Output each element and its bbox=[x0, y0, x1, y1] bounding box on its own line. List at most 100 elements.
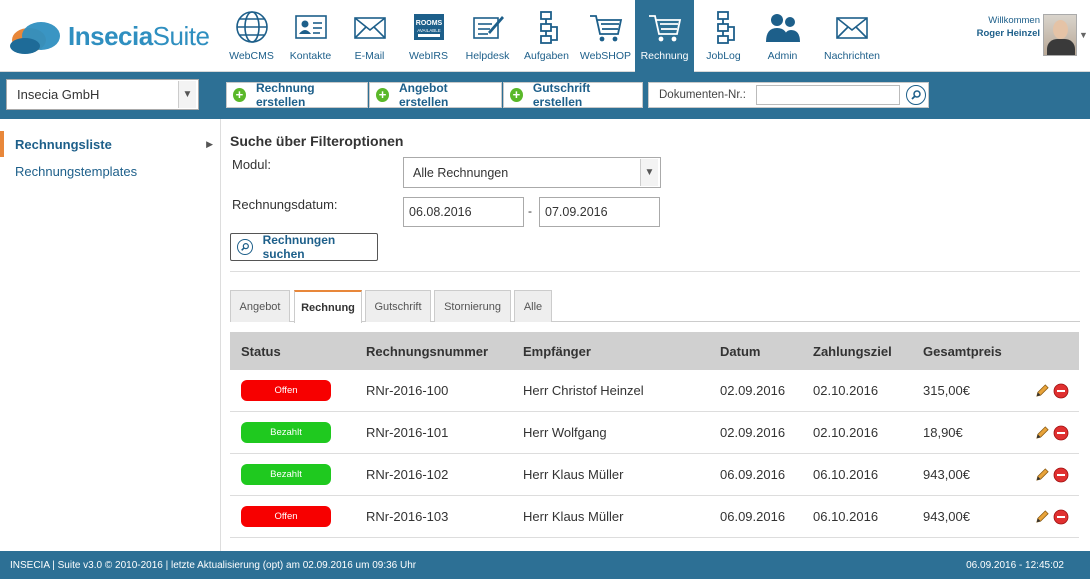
invoice-number: RNr-2016-101 bbox=[366, 425, 449, 440]
invoice-number: RNr-2016-100 bbox=[366, 383, 449, 398]
search-icon bbox=[237, 239, 253, 255]
invoice-date-label: Rechnungsdatum: bbox=[232, 197, 338, 212]
document-number-label: Dokumenten-Nr.: bbox=[659, 89, 746, 101]
divider bbox=[230, 271, 1080, 272]
status-badge: Bezahlt bbox=[241, 464, 331, 485]
nav-nachrichten[interactable]: Nachrichten bbox=[812, 0, 892, 72]
date-range-separator: - bbox=[528, 204, 532, 218]
create-invoice-button[interactable]: + Rechnung erstellen bbox=[226, 81, 368, 109]
delete-icon[interactable] bbox=[1053, 383, 1069, 399]
sidebar-item-invoice-list[interactable]: Rechnungsliste ▶ bbox=[0, 131, 221, 157]
nav-webshop[interactable]: WebSHOP bbox=[576, 0, 635, 72]
due-date: 02.10.2016 bbox=[813, 383, 879, 398]
tab-angebot[interactable]: Angebot bbox=[230, 290, 290, 322]
header-total[interactable]: Gesamtpreis bbox=[923, 344, 1023, 359]
total-price: 943,00€ bbox=[923, 467, 970, 482]
header-number[interactable]: Rechnungsnummer bbox=[366, 344, 523, 359]
logo-mark-icon bbox=[8, 16, 64, 56]
user-info[interactable]: Willkommen Roger Heinzel bbox=[960, 14, 1040, 40]
envelope-icon bbox=[836, 17, 868, 39]
delete-icon[interactable] bbox=[1053, 425, 1069, 441]
sidebar-item-invoice-templates[interactable]: Rechnungstemplates bbox=[0, 158, 221, 184]
hierarchy-icon bbox=[716, 11, 735, 44]
invoice-date: 02.09.2016 bbox=[720, 425, 786, 440]
invoice-date: 06.09.2016 bbox=[720, 467, 786, 482]
svg-text:ROOMS: ROOMS bbox=[415, 20, 442, 27]
document-search-button[interactable] bbox=[906, 85, 926, 105]
date-from-input[interactable]: 06.08.2016 bbox=[403, 197, 524, 227]
welcome-text: Willkommen bbox=[988, 15, 1040, 26]
table-row[interactable]: Offen RNr-2016-100 Herr Christof Heinzel… bbox=[230, 370, 1079, 412]
delete-icon[interactable] bbox=[1053, 467, 1069, 483]
shopping-cart-icon bbox=[648, 15, 681, 42]
user-name: Roger Heinzel bbox=[976, 28, 1040, 39]
footer-datetime: 06.09.2016 - 12:45:02 bbox=[966, 559, 1064, 571]
due-date: 06.10.2016 bbox=[813, 467, 879, 482]
table-row[interactable]: Offen RNr-2016-103 Herr Klaus Müller 06.… bbox=[230, 496, 1079, 538]
plus-icon: + bbox=[376, 88, 389, 102]
table-row[interactable]: Bezahlt RNr-2016-101 Herr Wolfgang 02.09… bbox=[230, 412, 1079, 454]
tab-stornierung[interactable]: Stornierung bbox=[434, 290, 511, 322]
edit-pencil-icon[interactable] bbox=[1034, 383, 1050, 399]
recipient: Herr Klaus Müller bbox=[523, 467, 624, 482]
table-header: Status Rechnungsnummer Empfänger Datum Z… bbox=[230, 332, 1079, 370]
total-price: 943,00€ bbox=[923, 509, 970, 524]
insecia-suite-logo[interactable]: InseciaSuite bbox=[8, 14, 210, 58]
tab-alle[interactable]: Alle bbox=[514, 290, 552, 322]
user-menu-caret-icon[interactable]: ▼ bbox=[1079, 30, 1088, 40]
invoice-date: 06.09.2016 bbox=[720, 509, 786, 524]
nav-email[interactable]: E-Mail bbox=[340, 0, 399, 72]
tab-rechnung[interactable]: Rechnung bbox=[294, 290, 362, 323]
nav-rechnung[interactable]: Rechnung bbox=[635, 0, 694, 72]
header-status[interactable]: Status bbox=[230, 344, 366, 359]
chevron-down-icon[interactable]: ▼ bbox=[178, 81, 196, 108]
nav-admin[interactable]: Admin bbox=[753, 0, 812, 72]
nav-helpdesk[interactable]: Helpdesk bbox=[458, 0, 517, 72]
nav-aufgaben[interactable]: Aufgaben bbox=[517, 0, 576, 72]
nav-webirs[interactable]: ROOMS AVAILABLE WebIRS bbox=[399, 0, 458, 72]
svg-text:AVAILABLE: AVAILABLE bbox=[417, 28, 441, 33]
edit-pencil-icon[interactable] bbox=[1034, 467, 1050, 483]
nav-kontakte[interactable]: Kontakte bbox=[281, 0, 340, 72]
chevron-right-icon: ▶ bbox=[206, 138, 213, 149]
company-select[interactable]: Insecia GmbH ▼ bbox=[6, 79, 199, 110]
status-badge: Bezahlt bbox=[241, 422, 331, 443]
nav-webcms[interactable]: WebCMS bbox=[222, 0, 281, 72]
header-recipient[interactable]: Empfänger bbox=[523, 344, 720, 359]
globe-icon bbox=[235, 11, 268, 43]
edit-pencil-icon[interactable] bbox=[1034, 509, 1050, 525]
edit-pencil-icon[interactable] bbox=[1034, 425, 1050, 441]
table-row[interactable]: Bezahlt RNr-2016-102 Herr Klaus Müller 0… bbox=[230, 454, 1079, 496]
sidebar: Rechnungsliste ▶ Rechnungstemplates bbox=[0, 119, 221, 551]
create-offer-button[interactable]: + Angebot erstellen bbox=[369, 81, 502, 109]
document-number-input[interactable] bbox=[756, 85, 900, 105]
invoice-number: RNr-2016-102 bbox=[366, 467, 449, 482]
modul-select[interactable]: Alle Rechnungen ▼ bbox=[403, 157, 661, 188]
hierarchy-icon bbox=[539, 11, 558, 44]
due-date: 02.10.2016 bbox=[813, 425, 879, 440]
recipient: Herr Christof Heinzel bbox=[523, 383, 644, 398]
recipient: Herr Klaus Müller bbox=[523, 509, 624, 524]
action-toolbar: Insecia GmbH ▼ + Rechnung erstellen + Ange… bbox=[0, 72, 1090, 119]
logo-text: InseciaSuite bbox=[68, 20, 210, 51]
date-to-input[interactable]: 07.09.2016 bbox=[539, 197, 660, 227]
chevron-down-icon[interactable]: ▼ bbox=[640, 159, 658, 186]
nav-joblog[interactable]: JobLog bbox=[694, 0, 753, 72]
rooms-available-icon: ROOMSAVAILABLE bbox=[413, 14, 444, 40]
tab-gutschrift[interactable]: Gutschrift bbox=[365, 290, 431, 322]
avatar[interactable] bbox=[1043, 14, 1077, 56]
search-invoices-button[interactable]: Rechnungen suchen bbox=[230, 233, 378, 261]
modul-label: Modul: bbox=[232, 157, 272, 172]
delete-icon[interactable] bbox=[1053, 509, 1069, 525]
create-credit-note-button[interactable]: + Gutschrift erstellen bbox=[503, 81, 643, 109]
header-date[interactable]: Datum bbox=[720, 344, 813, 359]
users-icon bbox=[765, 14, 800, 42]
header-due[interactable]: Zahlungsziel bbox=[813, 344, 923, 359]
invoice-number: RNr-2016-103 bbox=[366, 509, 449, 524]
top-navigation-bar: InseciaSuite WebCMS Kontakte E-Mail ROOM… bbox=[0, 0, 1090, 72]
document-number-search: Dokumenten-Nr.: bbox=[648, 82, 929, 108]
company-select-value: Insecia GmbH bbox=[17, 87, 100, 102]
modul-select-value: Alle Rechnungen bbox=[413, 165, 509, 180]
module-nav: WebCMS Kontakte E-Mail ROOMS AVAILABLE We… bbox=[222, 0, 892, 72]
plus-icon: + bbox=[233, 88, 246, 102]
